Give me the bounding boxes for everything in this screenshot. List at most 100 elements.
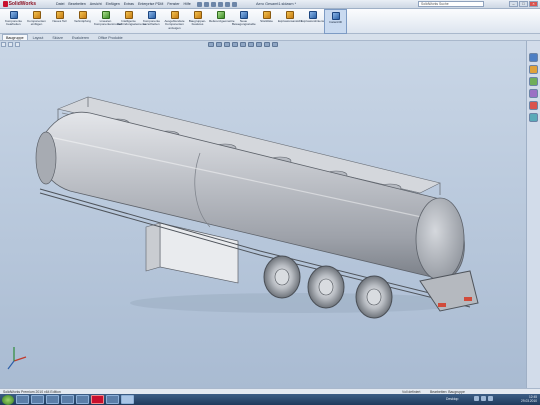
taskbar-browser-icon[interactable] bbox=[31, 395, 44, 404]
bom-icon bbox=[262, 11, 271, 19]
reference-geometry-icon bbox=[216, 11, 225, 19]
taskbar-solidworks-icon[interactable] bbox=[91, 395, 104, 404]
ribbon-button-explode-line[interactable]: Explosionslinienskizze bbox=[301, 9, 331, 34]
ribbon-button-exploded-view[interactable]: Explosionsansicht bbox=[278, 9, 302, 34]
appearances-icon[interactable] bbox=[529, 101, 538, 110]
instant3d-icon bbox=[331, 12, 340, 20]
feature-manager-tabs bbox=[1, 42, 20, 47]
tank-front-cap bbox=[35, 131, 57, 185]
ribbon-button-motion-study[interactable]: Neue Bewegungsstudie bbox=[232, 9, 256, 34]
solidworks-logo[interactable]: SolidWorks bbox=[0, 0, 36, 9]
taskbar-mail-icon[interactable] bbox=[46, 395, 59, 404]
wheel-3 bbox=[355, 275, 393, 319]
document-title: Aero Gesamt1.sldasm * bbox=[256, 2, 297, 6]
clock[interactable]: 12:45 29.03.2010 bbox=[521, 395, 537, 403]
network-icon[interactable] bbox=[474, 396, 479, 401]
menu-bar: Datei Bearbeiten Ansicht Einfügen Extras… bbox=[56, 2, 191, 6]
ribbon-button-new-part[interactable]: Neues Teil bbox=[48, 9, 71, 34]
menu-bearbeiten[interactable]: Bearbeiten bbox=[68, 2, 85, 6]
view-palette-icon[interactable] bbox=[529, 89, 538, 98]
new-document-icon[interactable] bbox=[196, 1, 202, 7]
tab-baugruppe[interactable]: Baugruppe bbox=[2, 34, 28, 40]
taskbar-folder-icon[interactable] bbox=[76, 395, 89, 404]
smart-fasteners-icon bbox=[124, 11, 133, 19]
language-icon[interactable] bbox=[488, 396, 493, 401]
print-icon[interactable] bbox=[217, 1, 223, 7]
wheel-2 bbox=[307, 265, 345, 309]
custom-properties-icon[interactable] bbox=[529, 113, 538, 122]
menu-enterprise-pdm[interactable]: Enterprise PDM bbox=[138, 2, 163, 6]
exploded-view-icon bbox=[285, 11, 294, 19]
rebuild-icon[interactable] bbox=[231, 1, 237, 7]
tab-layout[interactable]: Layout bbox=[29, 34, 48, 40]
ribbon-button-bom[interactable]: Stückliste bbox=[255, 9, 278, 34]
rear-light-left bbox=[438, 303, 446, 307]
close-button[interactable]: × bbox=[529, 1, 538, 7]
taskbar-app-icon[interactable] bbox=[106, 395, 119, 404]
clock-date: 29.03.2010 bbox=[521, 399, 537, 403]
menu-hilfe[interactable]: Hilfe bbox=[184, 2, 191, 6]
show-hidden-icon bbox=[170, 11, 179, 19]
menu-datei[interactable]: Datei bbox=[56, 2, 64, 6]
ribbon-button-reference-geometry[interactable]: Referenzgeometrie bbox=[209, 9, 235, 34]
graphics-area[interactable] bbox=[0, 41, 526, 388]
ribbon-button-instant3d[interactable]: Instant3D bbox=[324, 9, 347, 34]
ribbon-button-mate[interactable]: Verknüpfung bbox=[71, 9, 94, 34]
menu-ansicht[interactable]: Ansicht bbox=[90, 2, 102, 6]
start-button[interactable] bbox=[2, 394, 14, 405]
resources-icon[interactable] bbox=[529, 53, 538, 62]
ribbon-button-assembly-features[interactable]: Baugruppen-Features bbox=[186, 9, 209, 34]
mate-icon bbox=[78, 11, 87, 19]
tab-evaluieren[interactable]: Evaluieren bbox=[68, 34, 93, 40]
save-icon[interactable] bbox=[210, 1, 216, 7]
hide-show-items-icon[interactable] bbox=[256, 42, 262, 47]
explode-line-icon bbox=[308, 11, 317, 19]
ribbon-button-linear-pattern[interactable]: Linearen Komponentenmuster bbox=[94, 9, 122, 34]
design-library-icon[interactable] bbox=[529, 65, 538, 74]
tab-office-produkte[interactable]: Office Produkte bbox=[94, 34, 127, 40]
display-style-icon[interactable] bbox=[248, 42, 254, 47]
configuration-manager-icon[interactable] bbox=[15, 42, 20, 47]
taskbar-active-window-icon[interactable] bbox=[121, 395, 134, 404]
menu-einfuegen[interactable]: Einfügen bbox=[106, 2, 120, 6]
open-icon[interactable] bbox=[203, 1, 209, 7]
ribbon-button-edit-component[interactable]: Komponente bearbeiten bbox=[2, 9, 25, 34]
menu-fenster[interactable]: Fenster bbox=[167, 2, 179, 6]
ribbon-button-smart-fasteners[interactable]: Intelligente Verbindungselemente bbox=[117, 9, 146, 34]
ribbon-button-move-component[interactable]: Komponente verschieben bbox=[140, 9, 163, 34]
property-manager-icon[interactable] bbox=[8, 42, 13, 47]
previous-view-icon[interactable] bbox=[224, 42, 230, 47]
maximize-button[interactable]: □ bbox=[519, 1, 528, 7]
ribbon-button-show-hidden[interactable]: Ausgeblendete Komponenten anzeigen bbox=[163, 9, 186, 34]
solidworks-logo-icon bbox=[3, 1, 8, 7]
taskbar-media-icon[interactable] bbox=[61, 395, 74, 404]
ribbon-button-insert-components[interactable]: Komponenten einfügen bbox=[25, 9, 48, 34]
undo-icon[interactable] bbox=[224, 1, 230, 7]
title-bar: SolidWorks Datei Bearbeiten Ansicht Einf… bbox=[0, 0, 540, 9]
edit-appearance-icon[interactable] bbox=[264, 42, 270, 47]
desktop-toolbar-label[interactable]: Desktop bbox=[446, 397, 458, 401]
tank-end-cap bbox=[415, 197, 465, 281]
taskbar-explorer-icon[interactable] bbox=[16, 395, 29, 404]
task-pane bbox=[526, 41, 540, 388]
file-explorer-icon[interactable] bbox=[529, 77, 538, 86]
apply-scene-icon[interactable] bbox=[272, 42, 278, 47]
assembly-features-icon bbox=[193, 11, 202, 19]
zoom-to-fit-icon[interactable] bbox=[208, 42, 214, 47]
search-input[interactable]: SolidWorks Suche bbox=[418, 1, 484, 7]
section-view-icon[interactable] bbox=[232, 42, 238, 47]
volume-icon[interactable] bbox=[481, 396, 486, 401]
zoom-area-icon[interactable] bbox=[216, 42, 222, 47]
coordinate-triad bbox=[7, 347, 27, 370]
motion-study-icon bbox=[239, 11, 248, 19]
tab-skizze[interactable]: Skizze bbox=[48, 34, 67, 40]
linear-pattern-icon bbox=[101, 11, 110, 19]
minimize-button[interactable]: – bbox=[509, 1, 518, 7]
tanker-trailer-model[interactable] bbox=[0, 41, 526, 388]
quick-access-toolbar bbox=[196, 1, 237, 7]
menu-extras[interactable]: Extras bbox=[124, 2, 134, 6]
view-orientation-icon[interactable] bbox=[240, 42, 246, 47]
move-component-icon bbox=[147, 11, 156, 19]
feature-tree-icon[interactable] bbox=[1, 42, 6, 47]
window-controls: – □ × bbox=[509, 1, 538, 7]
